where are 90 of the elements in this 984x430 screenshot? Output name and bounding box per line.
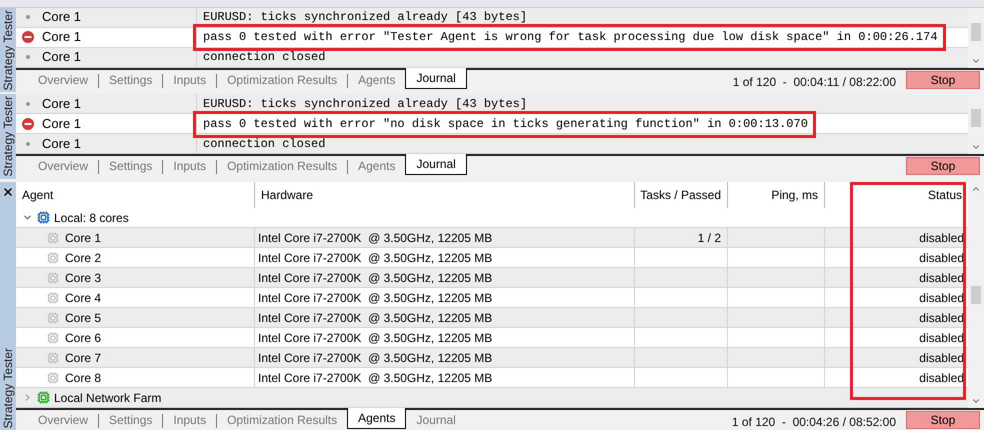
agent-name: Core 1	[65, 230, 102, 246]
tab[interactable]: Settings	[99, 156, 162, 176]
group-name: Local Network Farm	[54, 390, 162, 406]
agent-row[interactable]: Core 7 Intel Core i7-2700K @ 3.50GHz, 12205 MB disabled	[16, 348, 968, 368]
log-source: Core 1	[42, 28, 82, 46]
status-cell-text: disabled	[919, 330, 964, 346]
status-cell-text: disabled	[919, 270, 964, 286]
status-cell-text: disabled	[919, 310, 964, 326]
tree-row[interactable]: Local: 8 cores	[16, 208, 968, 228]
agent-row[interactable]: Core 3 Intel Core i7-2700K @ 3.50GHz, 12205 MB disabled	[16, 268, 968, 288]
side-panel-title: Strategy Tester	[1, 96, 15, 177]
chip-icon	[47, 252, 59, 264]
agent-name: Core 7	[65, 350, 102, 366]
status-cell-text: disabled	[919, 370, 964, 386]
hardware-cell-text: Intel Core i7-2700K @ 3.50GHz, 12205 MB	[258, 270, 492, 286]
agent-name: Core 5	[65, 310, 102, 326]
hardware-cell-text: Intel Core i7-2700K @ 3.50GHz, 12205 MB	[258, 250, 492, 266]
agent-name: Core 3	[65, 270, 102, 286]
tab[interactable]: Inputs	[163, 156, 216, 176]
scroll-thumb[interactable]	[971, 286, 981, 304]
agent-row[interactable]: Core 2 Intel Core i7-2700K @ 3.50GHz, 12205 MB disabled	[16, 248, 968, 268]
hardware-cell-text: Intel Core i7-2700K @ 3.50GHz, 12205 MB	[258, 350, 492, 366]
agent-row[interactable]: Core 8 Intel Core i7-2700K @ 3.50GHz, 12205 MB disabled	[16, 368, 968, 388]
log-message: EURUSD: ticks synchronized already [43 bytes]	[203, 9, 528, 26]
agent-name: Core 6	[65, 330, 102, 346]
log-row[interactable]: Core 1 EURUSD: ticks synchronized already [43 bytes]	[16, 94, 968, 114]
tasks-cell-text: 1 / 2	[698, 230, 721, 246]
scroll-thumb[interactable]	[971, 22, 981, 41]
status-cell-text: disabled	[919, 350, 964, 366]
tab[interactable]: Settings	[99, 70, 162, 90]
tab[interactable]: Journal	[405, 68, 467, 89]
tree-row[interactable]: Local Network Farm	[16, 388, 968, 408]
side-panel-title: Strategy Tester	[1, 348, 15, 428]
hardware-cell-text: Intel Core i7-2700K @ 3.50GHz, 12205 MB	[258, 330, 492, 346]
scroll-thumb[interactable]	[971, 109, 981, 128]
log-message: connection closed	[203, 136, 326, 153]
log-source: Core 1	[42, 114, 82, 133]
log-row[interactable]: Core 1 connection closed	[16, 134, 968, 154]
chip-icon	[47, 312, 59, 324]
chip-icon	[47, 272, 59, 284]
status-cell-text: disabled	[919, 290, 964, 306]
tab[interactable]: Inputs	[163, 410, 216, 430]
column-header[interactable]: Status	[825, 182, 968, 208]
tab[interactable]: Settings	[99, 410, 162, 430]
agent-row[interactable]: Core 6 Intel Core i7-2700K @ 3.50GHz, 12205 MB disabled	[16, 328, 968, 348]
tab[interactable]: Overview	[28, 410, 98, 430]
stop-button[interactable]: Stop	[906, 157, 980, 176]
tab[interactable]: Journal	[405, 154, 467, 176]
tab[interactable]: Optimization Results	[217, 410, 348, 430]
side-panel-title: Strategy Tester	[1, 10, 15, 90]
log-message: pass 0 tested with error "Tester Agent is wrong for task processing due low disk space" in 0:00:26.174	[203, 27, 938, 48]
log-source: Core 1	[42, 94, 82, 113]
tab[interactable]: Overview	[28, 156, 98, 176]
hardware-cell-text: Intel Core i7-2700K @ 3.50GHz, 12205 MB	[258, 290, 492, 306]
tab[interactable]: Optimization Results	[217, 156, 348, 176]
tab[interactable]: Overview	[28, 70, 98, 90]
tab[interactable]: Agents	[348, 156, 406, 176]
agent-name: Core 8	[65, 370, 102, 386]
tab[interactable]: Inputs	[163, 70, 216, 90]
stop-button[interactable]: Stop	[906, 70, 980, 89]
agent-name: Core 4	[65, 290, 102, 306]
tab[interactable]: Agents	[348, 70, 406, 90]
chip-icon	[47, 332, 59, 344]
chip-icon	[47, 292, 59, 304]
tab[interactable]: Agents	[347, 408, 406, 429]
progress-text: 1 of 120 - 00:04:26 / 08:52:00	[732, 414, 896, 430]
chip-icon	[47, 372, 59, 384]
log-source: Core 1	[42, 8, 82, 26]
hardware-cell-text: Intel Core i7-2700K @ 3.50GHz, 12205 MB	[258, 310, 492, 326]
close-icon[interactable]	[2, 186, 14, 198]
chip-icon	[47, 232, 59, 244]
log-message: EURUSD: ticks synchronized already [43 bytes]	[203, 96, 528, 113]
log-message: pass 0 tested with error "no disk space in ticks generating function" in 0:00:13.070	[203, 114, 808, 134]
progress-text: 1 of 120 - 00:04:11 / 08:22:00	[732, 74, 896, 91]
status-cell-text: disabled	[919, 230, 964, 246]
hardware-cell-text: Intel Core i7-2700K @ 3.50GHz, 12205 MB	[258, 230, 492, 246]
hardware-cell-text: Intel Core i7-2700K @ 3.50GHz, 12205 MB	[258, 370, 492, 386]
tab[interactable]: Optimization Results	[217, 70, 348, 90]
stop-button[interactable]: Stop	[906, 411, 980, 429]
status-cell-text: disabled	[919, 250, 964, 266]
log-source: Core 1	[42, 48, 82, 66]
chip-icon	[47, 352, 59, 364]
log-source: Core 1	[42, 134, 82, 153]
agent-row[interactable]: Core 1 Intel Core i7-2700K @ 3.50GHz, 12205 MB 1 / 2 disabled	[16, 228, 968, 248]
group-name: Local: 8 cores	[54, 210, 129, 226]
agent-row[interactable]: Core 5 Intel Core i7-2700K @ 3.50GHz, 12205 MB disabled	[16, 308, 968, 328]
log-message: connection closed	[203, 49, 326, 66]
tab[interactable]: Journal	[406, 410, 466, 430]
agent-name: Core 2	[65, 250, 102, 266]
agent-row[interactable]: Core 4 Intel Core i7-2700K @ 3.50GHz, 12205 MB disabled	[16, 288, 968, 308]
